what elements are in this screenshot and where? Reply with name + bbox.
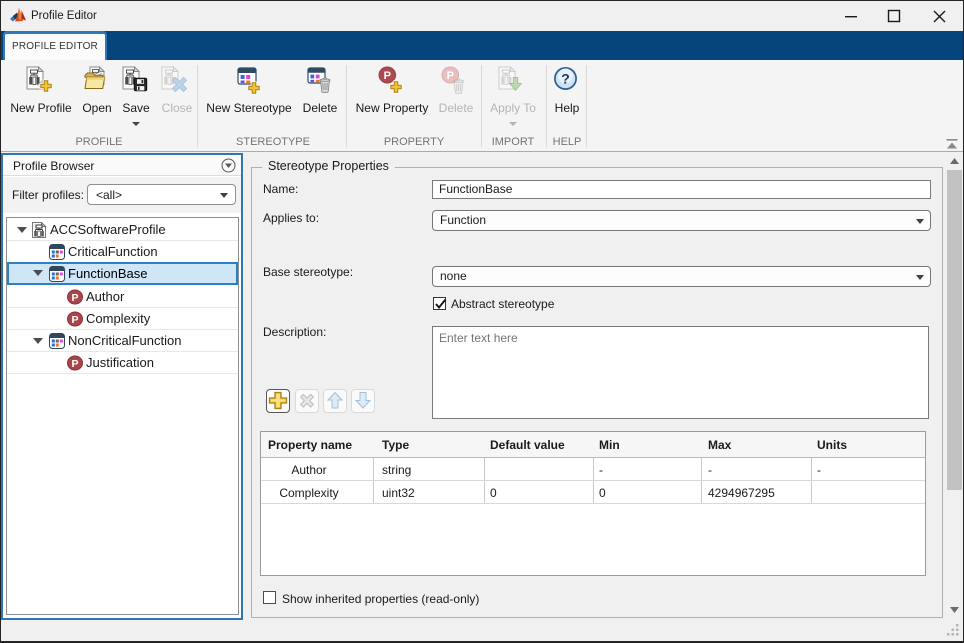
svg-text:P: P xyxy=(71,292,78,304)
svg-text:P: P xyxy=(384,70,391,82)
svg-text:P: P xyxy=(71,358,78,370)
svg-text:?: ? xyxy=(561,71,570,87)
svg-text:P: P xyxy=(71,314,78,326)
svg-text:P: P xyxy=(447,70,454,82)
